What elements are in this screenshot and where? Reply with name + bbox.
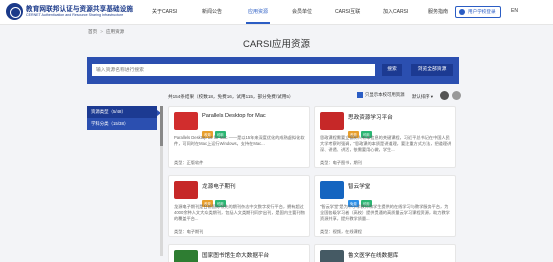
own-school-filter[interactable]: 只显示本校可用资源: [357, 92, 405, 98]
browse-all-button[interactable]: 浏览全部资源: [411, 64, 453, 76]
scrollbar-thumb[interactable]: [160, 106, 163, 146]
school-login-button[interactable]: 用户学校登录: [455, 6, 501, 18]
resource-name: 智云学堂: [348, 184, 371, 190]
search-band: 搜索 浏览全部资源: [87, 57, 459, 84]
nav-active-indicator: [246, 22, 270, 24]
filter-subject[interactable]: 学科分类（15/38）: [87, 118, 157, 130]
resource-logo: [174, 181, 198, 199]
nav-item-interconnect[interactable]: CARSI互联: [335, 8, 360, 15]
resource-name: 龙源电子期刊: [202, 184, 236, 190]
resource-name: Parallels Desktop for Mac: [202, 113, 266, 119]
language-switch[interactable]: EN: [511, 8, 518, 14]
resource-logo: [320, 112, 344, 130]
result-stats: 共154条结果（校数18，免费16，试用115，部分免费/试用5）: [168, 94, 294, 99]
nav-item-resources[interactable]: 应用资源: [248, 8, 268, 15]
resource-type: 类型：电子期刊: [174, 229, 204, 234]
breadcrumb: 首页 > 应用资源: [88, 29, 124, 35]
resource-type: 类型：视频，在线课程: [320, 229, 362, 234]
nav-item-about[interactable]: 关于CARSI: [152, 8, 177, 15]
breadcrumb-current: 应用资源: [105, 29, 125, 34]
search-input[interactable]: [92, 64, 375, 76]
logo-title-cn: 教育网联邦认证与资源共享基础设施: [26, 6, 134, 13]
sort-select[interactable]: 默认排序 ▾: [412, 94, 433, 100]
nav-item-news[interactable]: 新闻公告: [202, 8, 222, 15]
school-login-label: 用户学校登录: [468, 9, 496, 14]
nav-item-members[interactable]: 会员单位: [292, 8, 312, 15]
resource-description: Parallels Desktop 16 for Mac ——是以15年来深度优…: [174, 135, 305, 147]
nav-item-guide[interactable]: 服务指南: [428, 8, 448, 15]
vertical-scrollbar[interactable]: [160, 106, 163, 256]
resource-card[interactable]: 龙源电子期刊 收费 可用 龙源电子期刊是目前国际领先的期刊杂志中文数字发行平台，拥…: [168, 175, 310, 237]
resource-description: “智云学堂”是为中小学教师和学生提供的在线学习与教学服务平台，为全国各级学习者（…: [320, 204, 450, 222]
breadcrumb-home[interactable]: 首页: [88, 29, 97, 35]
resource-logo: [320, 250, 344, 262]
resource-name: 鲁文医学在线数据库: [348, 253, 399, 259]
page-title: CARSI应用资源: [242, 39, 311, 50]
nav-item-join[interactable]: 加入CARSI: [383, 8, 408, 15]
user-icon: [459, 9, 465, 15]
resource-card[interactable]: Parallels Desktop for Mac 收费 可用 Parallels…: [168, 106, 310, 168]
resource-card[interactable]: 国家图书馆生命大数据平台: [168, 244, 310, 262]
resource-type: 类型：正版软件: [174, 160, 204, 165]
list-view-icon[interactable]: [452, 91, 461, 100]
resource-type: 类型：电子图书，期刊: [320, 160, 362, 165]
resource-card[interactable]: 思政资源学习平台 收费 可用 思政课程需要立德树人有本信息的关键课程，习近平总书记…: [314, 106, 456, 168]
top-navbar: 教育网联邦认证与资源共享基础设施 CERNET Authentication a…: [0, 0, 553, 25]
sort-select-label: 默认排序: [412, 94, 430, 99]
filter-resource-type[interactable]: 资源类型（5/48）: [87, 106, 157, 118]
resource-card[interactable]: 鲁文医学在线数据库: [314, 244, 456, 262]
grid-view-icon[interactable]: [440, 91, 449, 100]
logo-title-en: CERNET Authentication and Resource Shari…: [26, 13, 124, 17]
resource-name: 国家图书馆生命大数据平台: [202, 253, 270, 259]
resource-logo: [174, 250, 198, 262]
resource-card[interactable]: 智云学堂 免费 可用 “智云学堂”是为中小学教师和学生提供的在线学习与教学服务平台…: [314, 175, 456, 237]
resource-description: 龙源电子期刊是目前国际领先的期刊杂志中文数字发行平台，拥有超过4000余种人文大…: [174, 204, 305, 222]
resource-name: 思政资源学习平台: [348, 115, 393, 121]
resource-description: 思政课程需要立德树人有本信息的关键课程，习近平总书记在中国人民大学考察时强调，“…: [320, 135, 452, 153]
breadcrumb-separator: >: [100, 29, 103, 34]
resource-logo: [320, 181, 344, 199]
resource-logo: [174, 112, 198, 130]
search-button[interactable]: 搜索: [382, 64, 402, 76]
filter-panel: 资源类型（5/48） 学科分类（15/38）: [87, 106, 161, 130]
own-school-filter-label: 只显示本校可用资源: [365, 92, 405, 98]
checkbox-icon[interactable]: [357, 92, 363, 98]
site-logo[interactable]: 教育网联邦认证与资源共享基础设施 CERNET Authentication a…: [6, 3, 134, 22]
logo-emblem-icon: [6, 3, 23, 20]
